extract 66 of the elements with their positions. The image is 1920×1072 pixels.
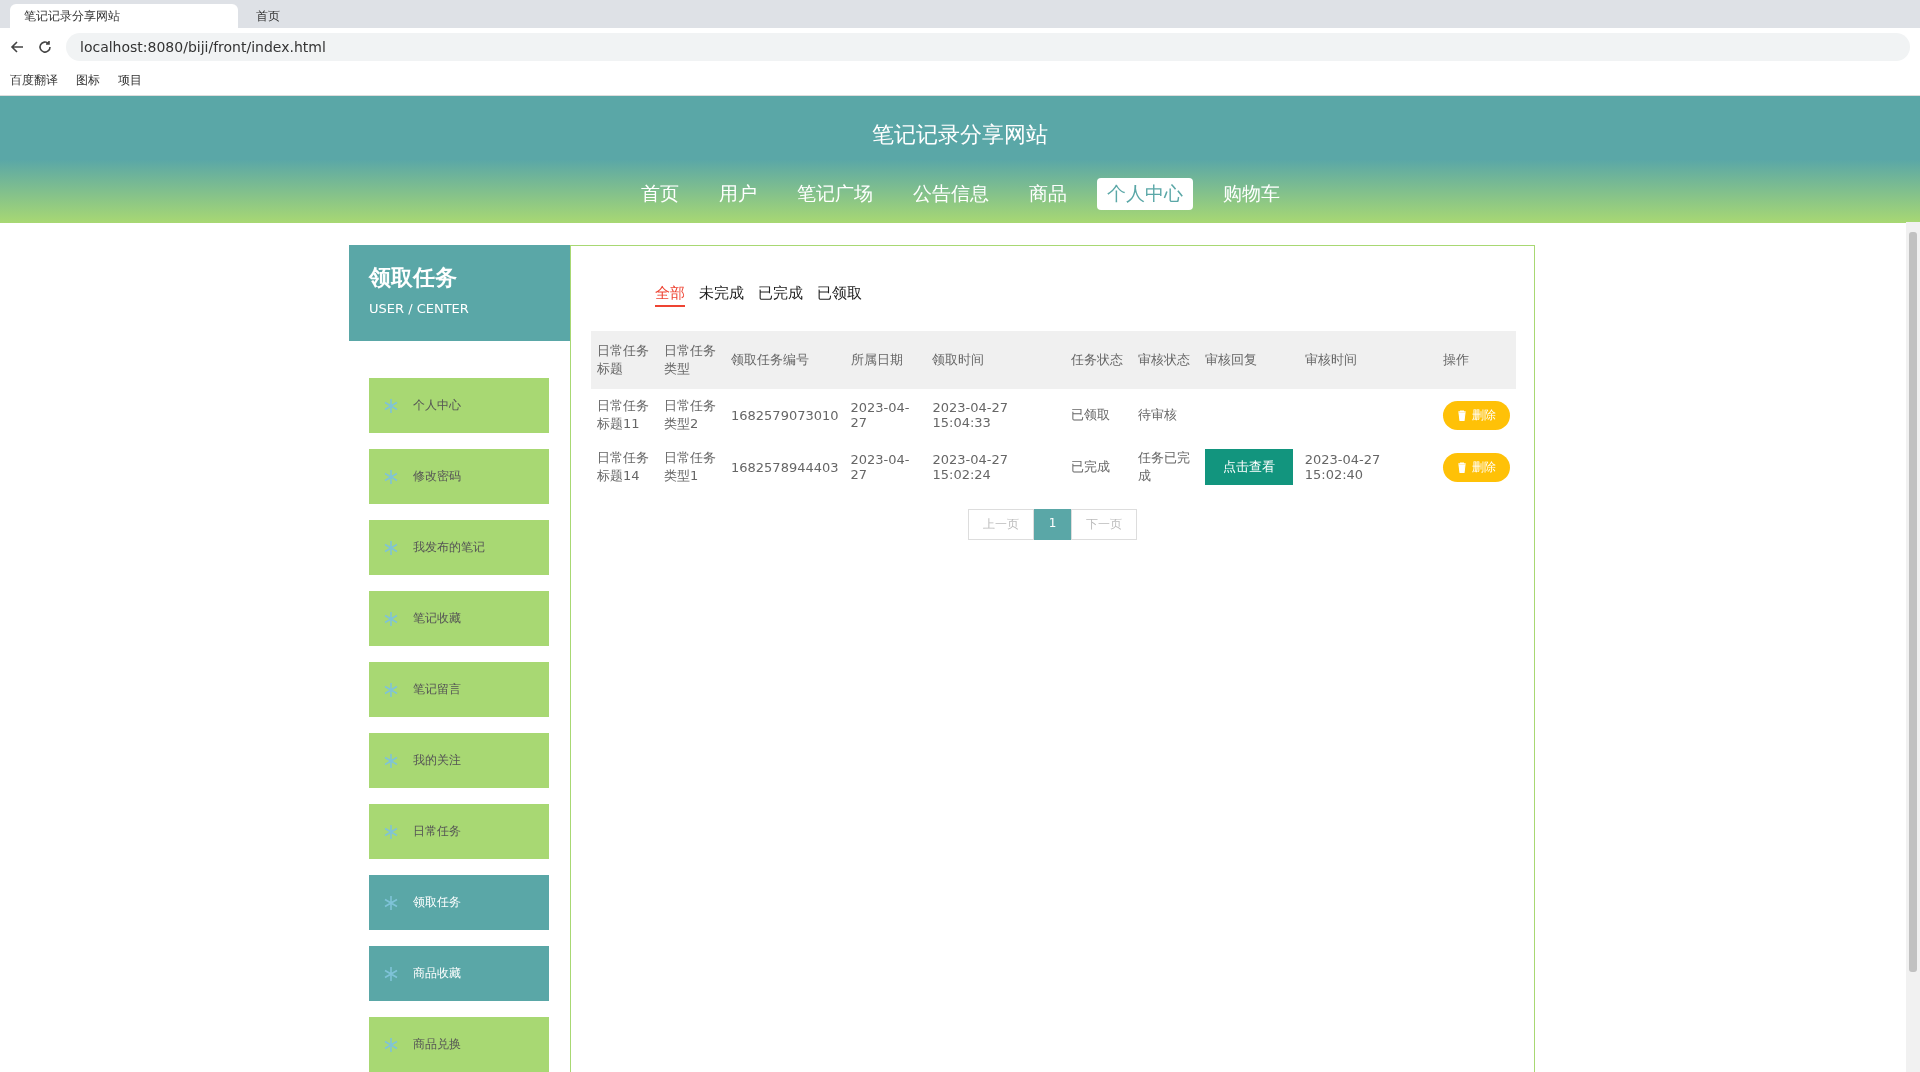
site-title: 笔记记录分享网站 [872, 121, 1048, 149]
bookmark[interactable]: 图标 [76, 72, 100, 89]
filter-tab[interactable]: 未完成 [699, 284, 744, 307]
address-field[interactable]: localhost:8080/biji/front/index.html [66, 33, 1910, 61]
snowflake-icon [383, 681, 399, 698]
sidebar-item[interactable]: 日常任务 [369, 804, 549, 859]
sidebar-subtitle: USER / CENTER [369, 301, 470, 316]
sidebar-item[interactable]: 笔记留言 [369, 662, 549, 717]
view-button[interactable]: 点击查看 [1204, 449, 1293, 485]
sidebar-item[interactable]: 我发布的笔记 [369, 520, 549, 575]
table-cell-text: 已完成 [1069, 458, 1111, 476]
column-header: 领取时间 [926, 331, 1065, 389]
bookmark[interactable]: 百度翻译 [10, 72, 58, 89]
snowflake-icon [383, 397, 399, 414]
table-cell: 日常任务标题11 [591, 389, 658, 441]
browser-tab[interactable]: 笔记记录分享网站 [10, 4, 238, 28]
table-cell: 2023-04-27 [844, 389, 927, 441]
trash-icon [1457, 461, 1467, 473]
table-cell-text: 1682578944403 [730, 458, 840, 477]
filter-tab[interactable]: 全部 [655, 284, 685, 307]
table-cell-text: 2023-04-27 [849, 451, 911, 484]
reload-icon[interactable] [38, 40, 52, 54]
bookmark[interactable]: 项目 [118, 72, 142, 89]
sidebar-item[interactable]: 笔记收藏 [369, 591, 549, 646]
scrollbar[interactable] [1906, 222, 1920, 1072]
column-header: 操作 [1437, 331, 1516, 389]
column-header: 审核回复 [1198, 331, 1299, 389]
table-cell: 待审核 [1131, 389, 1199, 441]
column-header: 日常任务类型 [658, 331, 725, 389]
table-cell-text: 日常任务类型1 [663, 449, 717, 485]
sidebar-item[interactable]: 商品收藏 [369, 946, 549, 1001]
snowflake-icon [383, 468, 399, 485]
table-cell-text: 任务已完成 [1136, 449, 1191, 485]
nav-link[interactable]: 个人中心 [1096, 178, 1193, 210]
table-cell: 2023-04-27 15:02:40 [1304, 452, 1381, 482]
table-cell-text: 2023-04-27 15:02:24 [931, 451, 1010, 484]
sidebar-title: 领取任务 [369, 264, 458, 292]
column-header: 所属日期 [844, 331, 927, 389]
table-cell: 已领取 [1064, 389, 1132, 441]
trash-icon [1457, 409, 1467, 421]
table-cell: 日常任务类型2 [658, 389, 725, 441]
sidebar-item[interactable]: 领取任务 [369, 875, 549, 930]
column-header: 审核状态 [1131, 331, 1199, 389]
table-cell-text: 日常任务标题14 [596, 449, 650, 485]
snowflake-icon [383, 752, 399, 769]
snowflake-icon [383, 610, 399, 627]
page-button[interactable]: 1 [1033, 509, 1072, 540]
table-cell: 1682579073010 [725, 389, 845, 441]
sidebar-item[interactable]: 商品兑换 [369, 1017, 549, 1072]
filter-tab[interactable]: 已完成 [758, 284, 803, 307]
browser-tab[interactable]: 首页 [242, 4, 470, 28]
column-header: 审核时间 [1298, 331, 1437, 389]
back-icon[interactable] [10, 40, 24, 54]
column-header: 日常任务标题 [591, 331, 658, 389]
snowflake-icon [383, 965, 399, 982]
snowflake-icon [383, 539, 399, 556]
filter-tab[interactable]: 已领取 [817, 284, 862, 307]
column-header: 领取任务编号 [725, 331, 845, 389]
table-cell: 2023-04-27 15:04:33 [926, 389, 1065, 441]
sidebar-item[interactable]: 修改密码 [369, 449, 549, 504]
snowflake-icon [383, 894, 399, 911]
sidebar-item[interactable]: 我的关注 [369, 733, 549, 788]
snowflake-icon [383, 1036, 399, 1053]
column-header: 任务状态 [1064, 331, 1132, 389]
snowflake-icon [383, 823, 399, 840]
sidebar-item[interactable]: 个人中心 [369, 378, 549, 433]
